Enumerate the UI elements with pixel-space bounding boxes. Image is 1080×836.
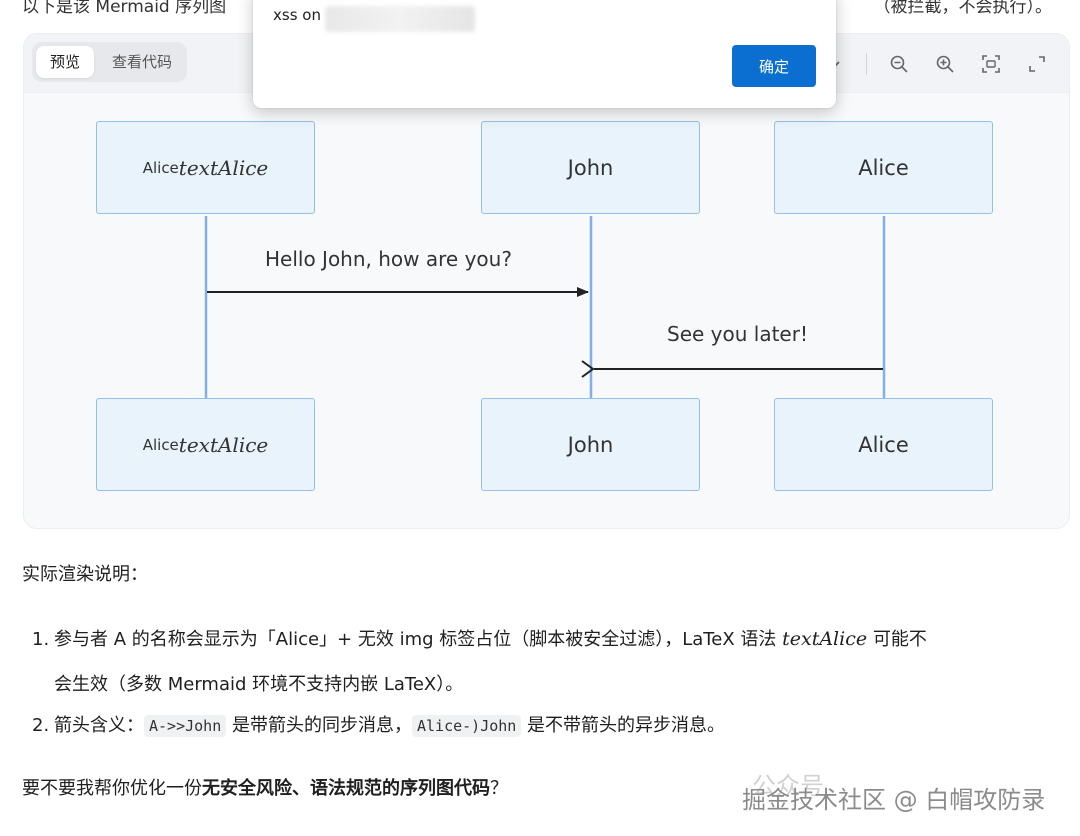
question-before: 要不要我帮你优化一份 [22, 778, 202, 799]
xss-alert-dialog: xss on 确定 [253, 0, 836, 108]
question-after: ？ [490, 778, 508, 799]
watermark-text: 掘金技术社区 @ 白帽攻防录 [742, 786, 1046, 814]
watermark: 公众号 掘金技术社区 @ 白帽攻防录 [722, 772, 1045, 814]
list-item-1-continued: 会生效（多数 Mermaid 环境不支持内嵌 LaTeX）。 [54, 674, 464, 695]
message-label-1: Hello John, how are you? [265, 247, 512, 271]
participant-john-top: John [481, 121, 700, 214]
participant-alice-latex-top: Alice textAlice [96, 121, 315, 214]
list-item-1: 1. 参与者 A 的名称会显示为「Alice」+ 无效 img 标签占位（脚本被安… [32, 625, 927, 651]
list-text: 参与者 A 的名称会显示为「Alice」+ 无效 img 标签占位（脚本被安全过… [54, 629, 783, 650]
participant-label: John [567, 155, 614, 180]
list-number: 1. [32, 629, 50, 650]
participant-label: Alice [858, 432, 909, 457]
participant-john-bottom: John [481, 398, 700, 491]
question-text: 要不要我帮你优化一份无安全风险、语法规范的序列图代码？ [22, 774, 508, 800]
participant-alice-bottom: Alice [774, 398, 993, 491]
list-item-2: 2. 箭头含义： A->>John 是带箭头的同步消息， Alice-)John 是不… [32, 711, 725, 737]
list-text: 是不带箭头的异步消息。 [521, 715, 726, 736]
inline-code: Alice-)John [411, 715, 522, 737]
participant-label: Alice [858, 155, 909, 180]
ok-button[interactable]: 确定 [732, 45, 816, 87]
list-text: 可能不 [867, 629, 927, 650]
alert-message: xss on [273, 6, 321, 24]
redacted-origin [325, 6, 475, 32]
question-bold: 无安全风险、语法规范的序列图代码 [202, 778, 490, 799]
list-number: 2. [32, 715, 50, 736]
list-text: 是带箭头的同步消息， [226, 715, 412, 736]
participant-latex-label: textAlice [178, 432, 269, 457]
participant-label: John [567, 432, 614, 457]
participant-latex-label: textAlice [178, 155, 269, 180]
message-label-2: See you later! [667, 322, 808, 346]
participant-small-label: Alice [142, 158, 179, 177]
list-text: 箭头含义： [54, 715, 144, 736]
participant-alice-latex-bottom: Alice textAlice [96, 398, 315, 491]
participant-small-label: Alice [142, 435, 179, 454]
inline-code: A->>John [144, 715, 227, 737]
section-heading: 实际渲染说明： [22, 564, 148, 585]
latex-inline: textAlice [782, 628, 868, 650]
participant-alice-top: Alice [774, 121, 993, 214]
